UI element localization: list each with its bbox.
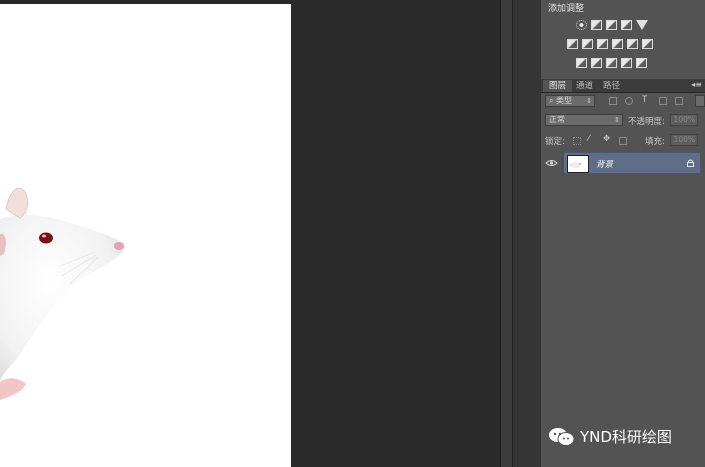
filter-adjustment-icon[interactable]: [625, 97, 633, 105]
filter-kind-label: 类型: [556, 96, 573, 105]
color-lookup-icon[interactable]: [642, 39, 653, 49]
exposure-icon[interactable]: [621, 20, 632, 30]
filter-shape-icon[interactable]: [659, 97, 667, 105]
fill-label: 填充:: [645, 137, 665, 147]
lock-brush-icon[interactable]: ⁄: [588, 134, 589, 144]
adjustments-row-2: [567, 39, 653, 49]
layers-tab-bar: 图层 通道 路径 ◂≡: [541, 79, 705, 93]
lock-transparent-icon[interactable]: [573, 137, 581, 145]
opacity-field[interactable]: 100%: [670, 114, 698, 126]
document-canvas[interactable]: [0, 4, 291, 467]
lock-icon: [687, 159, 694, 167]
lock-all-icon[interactable]: [619, 137, 627, 145]
watermark: YND科研绘图: [548, 426, 672, 447]
lock-position-icon[interactable]: ✥: [603, 134, 610, 144]
threshold-icon[interactable]: [606, 58, 617, 68]
eye-icon: [545, 160, 558, 166]
levels-icon[interactable]: [591, 20, 602, 30]
black-white-icon[interactable]: [597, 39, 608, 49]
invert-icon[interactable]: [576, 58, 587, 68]
chevron-icon: ⇕: [586, 97, 592, 105]
selective-color-icon[interactable]: [636, 58, 647, 68]
blend-mode-dropdown[interactable]: 正常 ⇕: [545, 114, 623, 126]
wechat-icon: [549, 427, 575, 446]
gradient-map-icon[interactable]: [621, 58, 632, 68]
brightness-icon[interactable]: [576, 20, 587, 30]
posterize-icon[interactable]: [591, 58, 602, 68]
filter-type-icon[interactable]: T: [642, 95, 647, 105]
workspace-background: [291, 0, 500, 467]
watermark-text: YND科研绘图: [580, 428, 672, 446]
photo-filter-icon[interactable]: [612, 39, 623, 49]
filter-pixel-icon[interactable]: [609, 97, 617, 105]
panel-menu-icon[interactable]: ◂≡: [691, 80, 702, 89]
hue-saturation-icon[interactable]: [567, 39, 578, 49]
adjustments-row-3: [576, 58, 647, 68]
adjustments-title: 添加调整: [548, 4, 585, 14]
rat-image: [0, 187, 125, 400]
opacity-label: 不透明度:: [628, 117, 665, 127]
layer-visibility-toggle[interactable]: [541, 152, 563, 174]
adjustments-row-1: [576, 20, 648, 30]
filter-toggle[interactable]: [695, 95, 705, 107]
chevron-icon: ⇕: [614, 116, 620, 124]
tab-channels[interactable]: 通道: [570, 80, 599, 92]
filter-kind-dropdown[interactable]: ⌕ 类型 ⇕: [545, 95, 595, 107]
panel-dock-strip[interactable]: [512, 0, 542, 467]
curves-icon[interactable]: [606, 20, 617, 30]
layer-name[interactable]: 背景: [596, 158, 613, 170]
search-icon: ⌕: [549, 96, 557, 105]
right-panel: 添加调整 图层 通道 路径 ◂≡ ⌕ 类型 ⇕ T 正常 ⇕ 不透明度: 100…: [541, 0, 705, 467]
fill-field[interactable]: 100%: [670, 134, 698, 146]
tab-layers[interactable]: 图层: [543, 80, 573, 92]
blend-mode-label: 正常: [549, 115, 565, 124]
tab-paths[interactable]: 路径: [597, 80, 626, 92]
vibrance-icon[interactable]: [636, 20, 648, 30]
filter-smart-object-icon[interactable]: [675, 97, 683, 105]
layer-row-background[interactable]: 背景: [563, 152, 701, 174]
channel-mixer-icon[interactable]: [627, 39, 638, 49]
lock-label: 锁定:: [545, 137, 565, 147]
color-balance-icon[interactable]: [582, 39, 593, 49]
layer-thumbnail: [567, 155, 589, 173]
